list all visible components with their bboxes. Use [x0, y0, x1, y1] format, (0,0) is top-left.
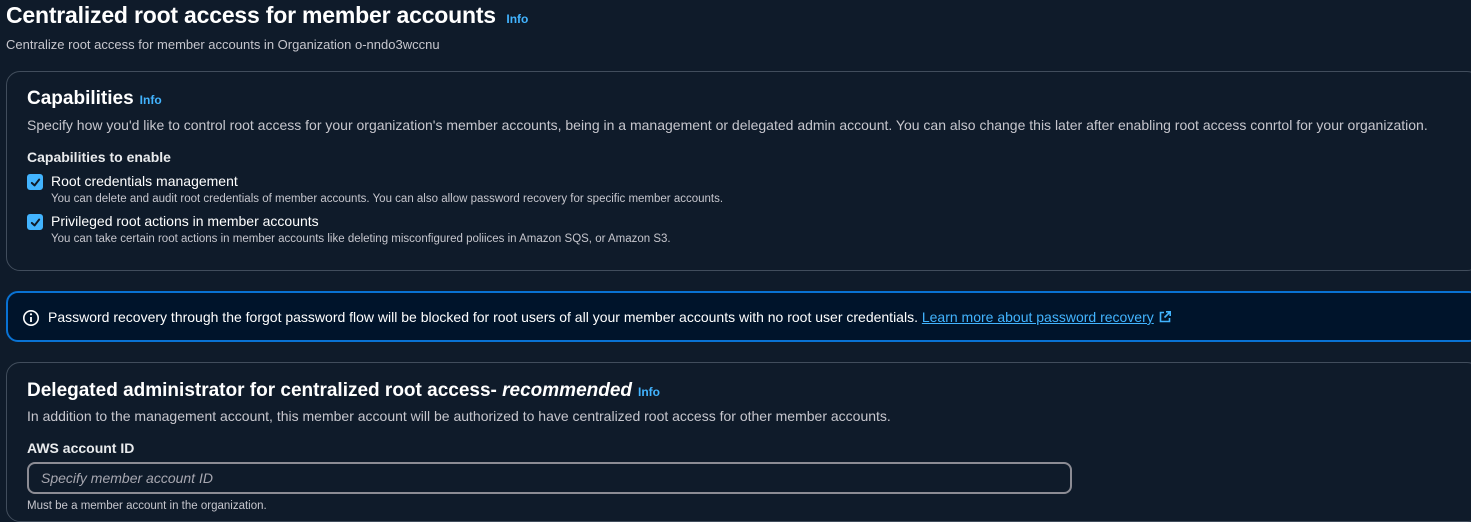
page-description: Centralize root access for member accoun…: [6, 37, 440, 52]
privileged-actions-description: You can take certain root actions in mem…: [51, 233, 671, 245]
page-title: Centralized root access for member accou…: [6, 2, 496, 28]
checkmark-icon: [30, 218, 40, 226]
delegated-info-link[interactable]: Info: [638, 385, 660, 399]
capabilities-enable-label: Capabilities to enable: [27, 149, 171, 165]
page-info-link[interactable]: Info: [506, 12, 528, 26]
capabilities-info-link[interactable]: Info: [140, 93, 162, 107]
alert-text: Password recovery through the forgot pas…: [48, 309, 918, 325]
delegated-admin-title: Delegated administrator for centralized …: [27, 380, 660, 402]
delegated-admin-description: In addition to the management account, t…: [27, 408, 891, 424]
root-credentials-checkbox[interactable]: [27, 174, 43, 190]
password-recovery-alert: Password recovery through the forgot pas…: [6, 291, 1471, 342]
delegated-admin-title-text: Delegated administrator for centralized …: [27, 380, 503, 401]
info-circle-icon: [23, 310, 39, 326]
learn-more-link[interactable]: Learn more about password recovery: [922, 309, 1154, 325]
capabilities-title: Capabilities Info: [27, 88, 162, 110]
aws-account-id-hint: Must be a member account in the organiza…: [27, 500, 267, 512]
capabilities-description: Specify how you'd like to control root a…: [27, 117, 1428, 133]
aws-account-id-label: AWS account ID: [27, 440, 135, 456]
privileged-actions-checkbox[interactable]: [27, 214, 43, 230]
recommended-label: recommended: [502, 380, 633, 401]
capabilities-panel: Capabilities Info Specify how you'd like …: [6, 71, 1471, 271]
checkmark-icon: [30, 178, 40, 186]
root-credentials-description: You can delete and audit root credential…: [51, 193, 724, 205]
external-link-icon[interactable]: [1158, 310, 1172, 324]
page-header: Centralized root access for member accou…: [6, 2, 528, 29]
delegated-admin-panel: Delegated administrator for centralized …: [6, 362, 1471, 522]
root-credentials-label[interactable]: Root credentials management: [51, 173, 238, 189]
capabilities-title-text: Capabilities: [27, 88, 134, 109]
privileged-actions-label[interactable]: Privileged root actions in member accoun…: [51, 213, 319, 229]
alert-message: Password recovery through the forgot pas…: [48, 309, 1172, 325]
aws-account-id-input[interactable]: Specify member account ID: [27, 462, 1072, 494]
